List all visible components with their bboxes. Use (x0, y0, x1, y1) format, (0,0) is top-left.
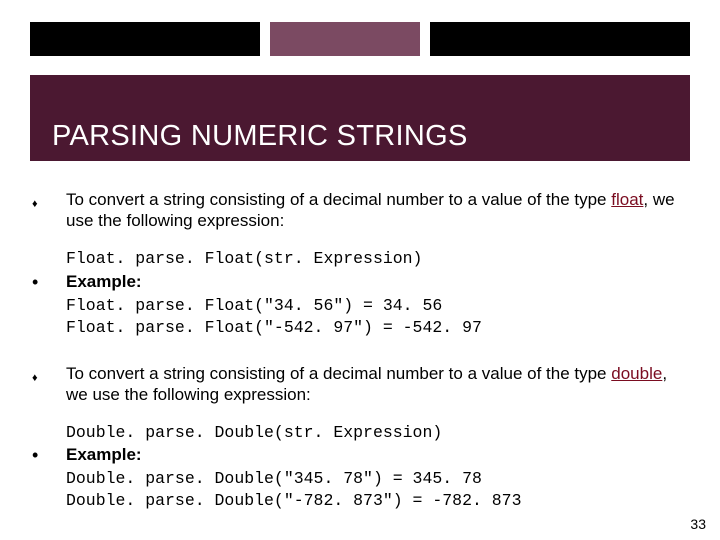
bullet-icon (30, 364, 66, 385)
text-run: To convert a string consisting of a deci… (66, 364, 611, 383)
code-line: Float. parse. Float("-542. 97") = -542. … (66, 318, 690, 338)
code-line: Double. parse. Double("-782. 873") = -78… (66, 491, 690, 511)
bullet-icon (30, 445, 66, 467)
example-label: Example: (66, 272, 690, 293)
body-text: To convert a string consisting of a deci… (66, 364, 690, 405)
slide-title: PARSING NUMERIC STRINGS (52, 120, 468, 153)
text-run: To convert a string consisting of a deci… (66, 190, 611, 209)
band-gap (260, 22, 270, 56)
body-text: To convert a string consisting of a deci… (66, 190, 690, 231)
code-line: Float. parse. Float("34. 56") = 34. 56 (66, 296, 690, 316)
code-line: Double. parse. Double("345. 78") = 345. … (66, 469, 690, 489)
band-seg-mid (270, 22, 420, 56)
band-gap (420, 22, 430, 56)
band-seg-left (30, 22, 260, 56)
slide-body: To convert a string consisting of a deci… (30, 178, 690, 512)
bullet-icon (30, 190, 66, 211)
code-line: Float. parse. Float(str. Expression) (66, 249, 690, 269)
keyword-double: double (611, 364, 662, 383)
example-label: Example: (66, 445, 690, 466)
accent-band (0, 0, 720, 56)
bullet-icon (30, 272, 66, 294)
page-number: 33 (690, 516, 706, 532)
code-line: Double. parse. Double(str. Expression) (66, 423, 690, 443)
band-seg-right (430, 22, 690, 56)
keyword-float: float (611, 190, 643, 209)
